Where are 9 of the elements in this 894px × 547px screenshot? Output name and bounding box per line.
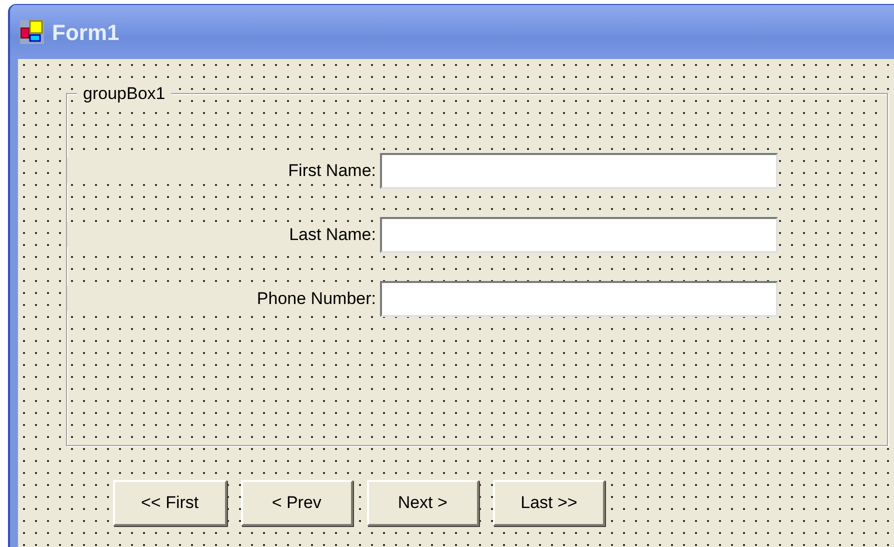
nav-button[interactable]: << First xyxy=(113,480,227,526)
nav-button[interactable]: Last >> xyxy=(492,480,606,526)
window-title: Form1 xyxy=(52,18,120,46)
nav-button[interactable]: Next > xyxy=(366,480,479,526)
input-field[interactable] xyxy=(380,216,778,252)
input-field[interactable] xyxy=(380,152,778,188)
input-field[interactable] xyxy=(380,280,778,316)
form-icon xyxy=(20,20,44,44)
nav-button[interactable]: < Prev xyxy=(240,480,353,526)
